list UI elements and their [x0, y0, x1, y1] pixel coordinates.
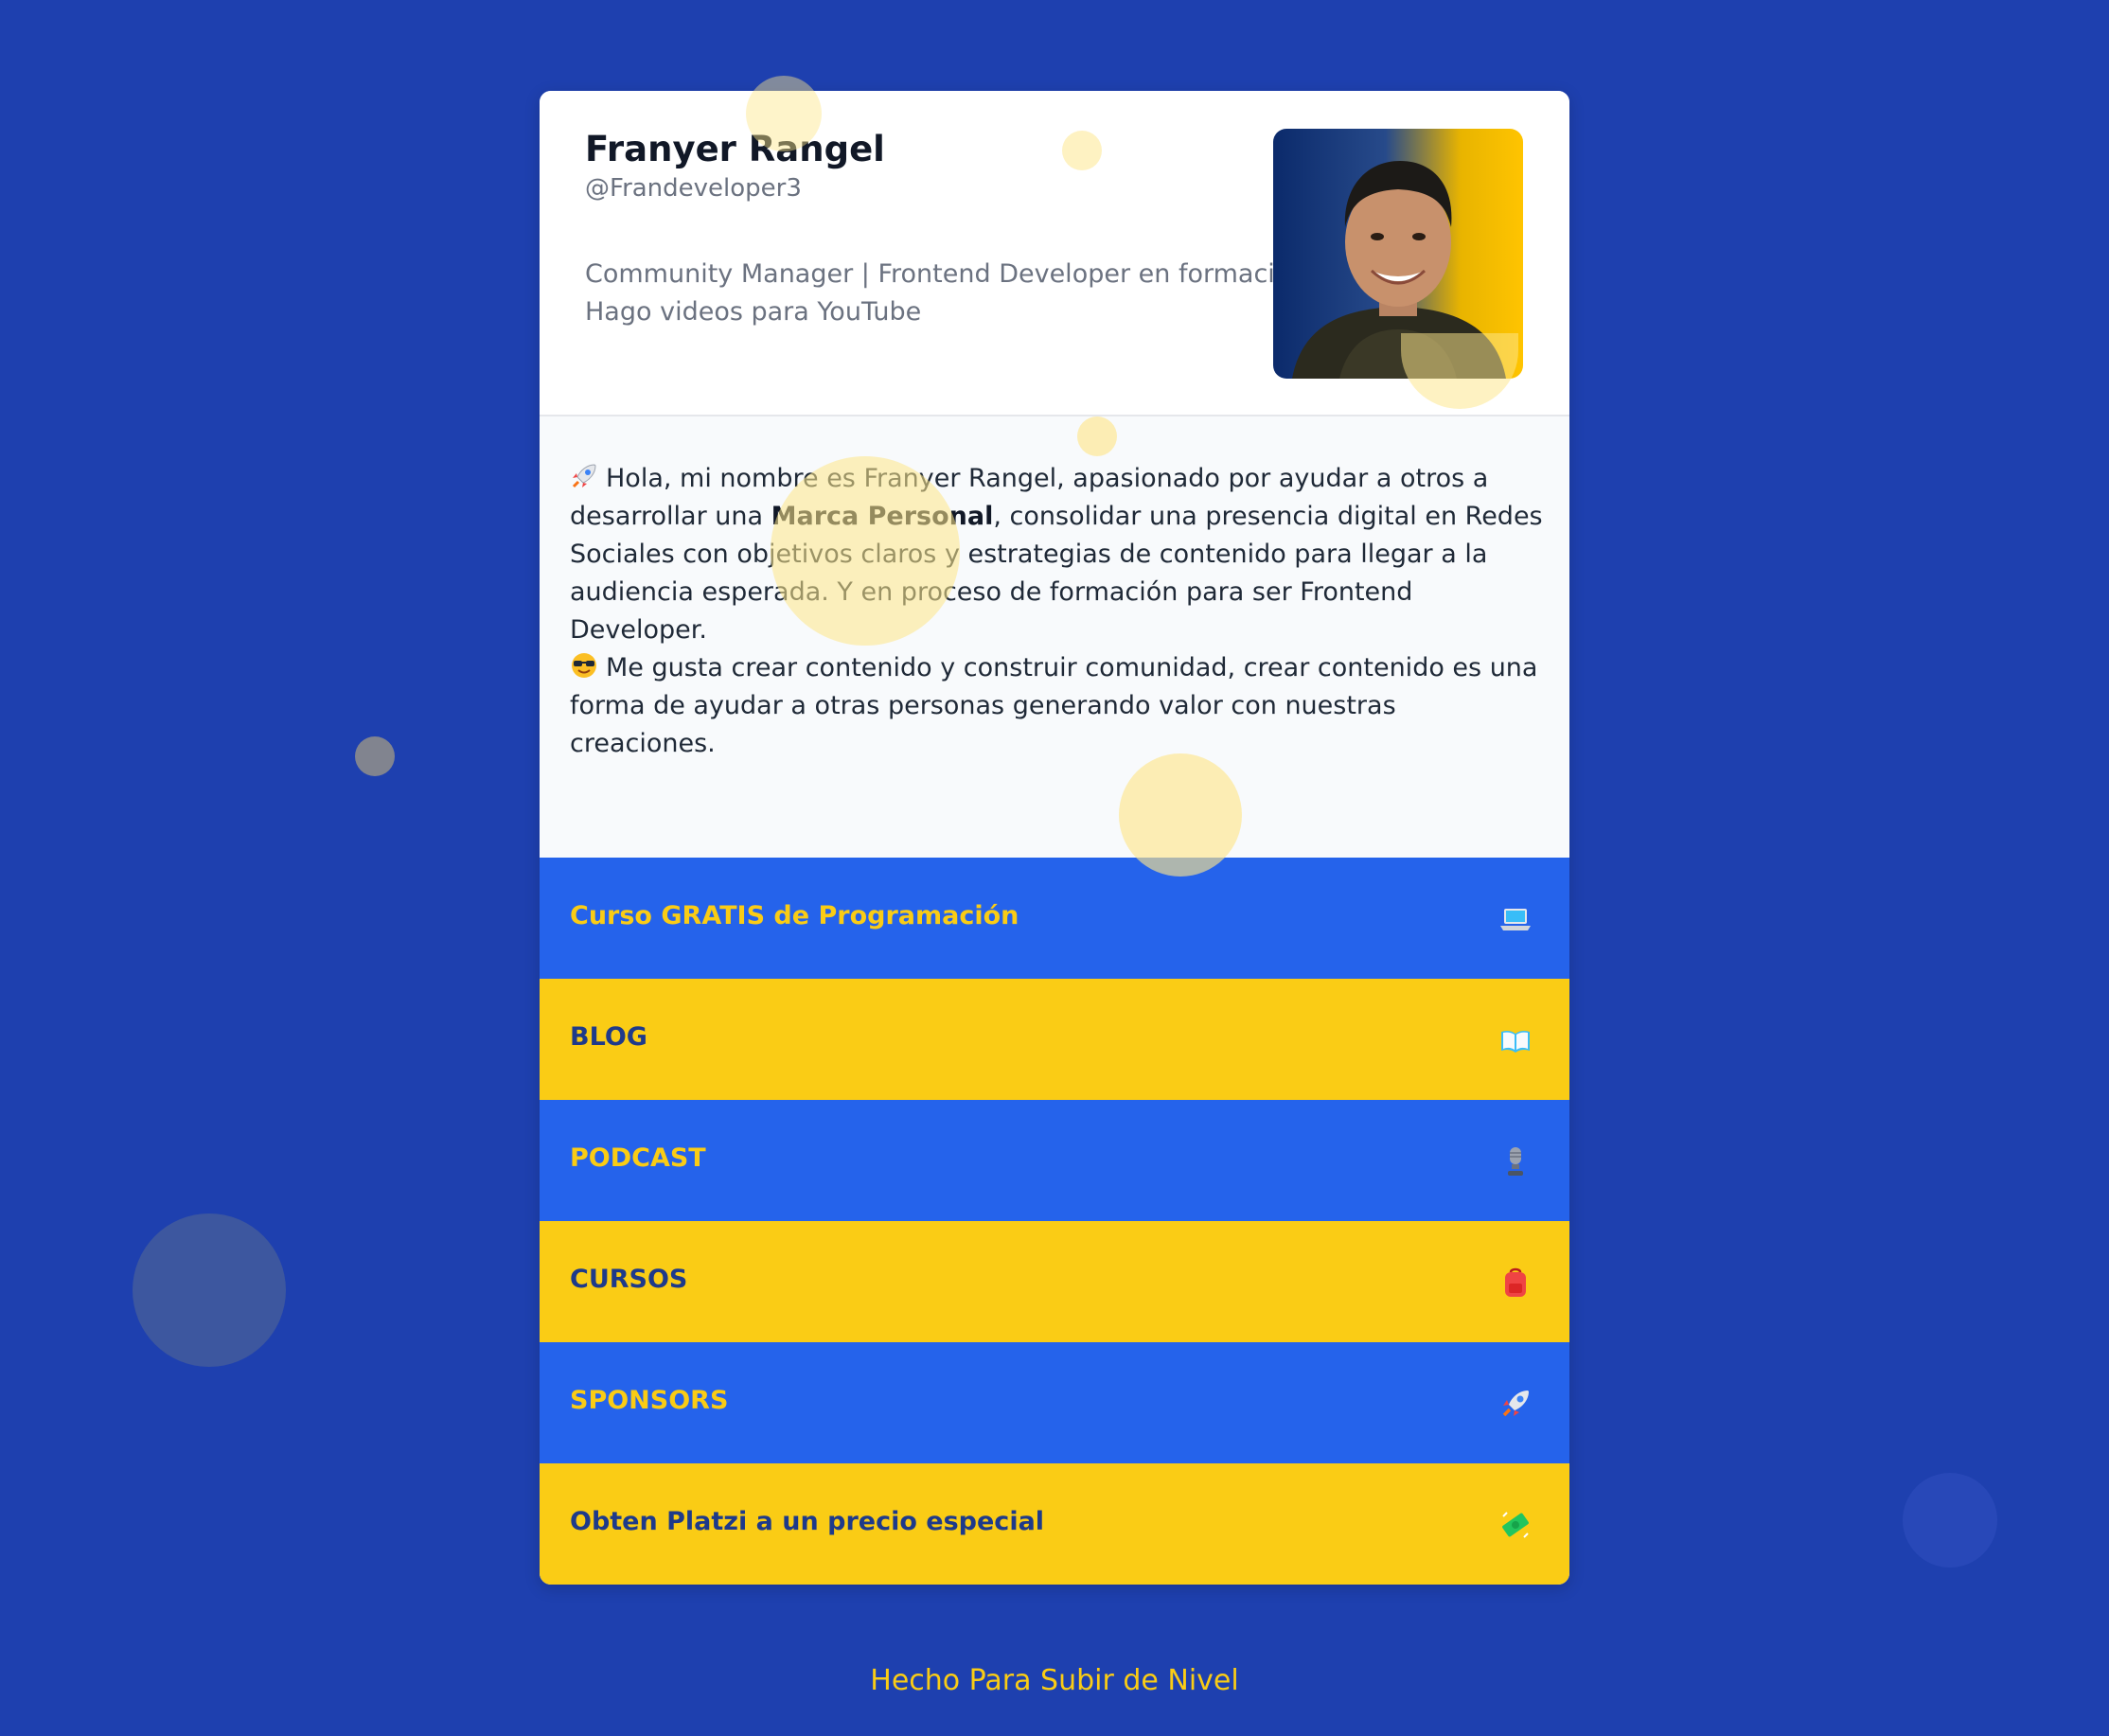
profile-handle: @Frandeveloper3 [585, 174, 802, 203]
rocket-icon [1502, 1391, 1529, 1417]
link-sponsors[interactable]: SPONSORS [540, 1342, 1569, 1463]
link-label: CURSOS [570, 1265, 688, 1294]
laptop-icon [1500, 909, 1531, 930]
link-label: Curso GRATIS de Programación [570, 901, 1019, 930]
book-icon [1501, 1030, 1530, 1053]
microphone-icon [1508, 1147, 1523, 1176]
profile-card: Franyer Rangel @Frandeveloper3 Community… [540, 91, 1569, 1585]
decorative-bubble [1903, 1473, 1997, 1568]
link-podcast[interactable]: PODCAST [540, 1100, 1569, 1221]
decorative-bubble [133, 1213, 286, 1367]
profile-header: Franyer Rangel @Frandeveloper3 Community… [540, 91, 1569, 416]
profile-tagline: Community Manager | Frontend Developer e… [585, 259, 1324, 327]
link-label: PODCAST [570, 1143, 706, 1173]
avatar [1273, 129, 1523, 379]
backpack-icon [1505, 1267, 1526, 1297]
avatar-portrait-icon [1273, 129, 1523, 379]
about-paragraph-1: Hola, mi nombre es Franyer Rangel, apasi… [570, 460, 1545, 649]
sunglasses-face-icon [572, 653, 596, 678]
link-label: SPONSORS [570, 1386, 729, 1415]
link-curso-gratis[interactable]: Curso GRATIS de Programación [540, 858, 1569, 979]
link-list: Curso GRATIS de Programación BLOG PODCAS… [540, 858, 1569, 1585]
link-label: Obten Platzi a un precio especial [570, 1507, 1045, 1536]
link-platzi[interactable]: Obten Platzi a un precio especial [540, 1463, 1569, 1585]
about-text-community: Me gusta crear contenido y construir com… [570, 653, 1538, 758]
link-label: BLOG [570, 1022, 647, 1052]
about-text-highlight: Marca Personal [771, 502, 994, 531]
profile-name: Franyer Rangel [585, 129, 885, 169]
about-paragraph-2: Me gusta crear contenido y construir com… [570, 649, 1545, 763]
footer-text: Hecho Para Subir de Nivel [870, 1664, 1239, 1697]
money-icon [1502, 1512, 1529, 1538]
rocket-icon [572, 464, 596, 488]
link-blog[interactable]: BLOG [540, 979, 1569, 1100]
decorative-bubble [355, 736, 395, 776]
link-cursos[interactable]: CURSOS [540, 1221, 1569, 1342]
